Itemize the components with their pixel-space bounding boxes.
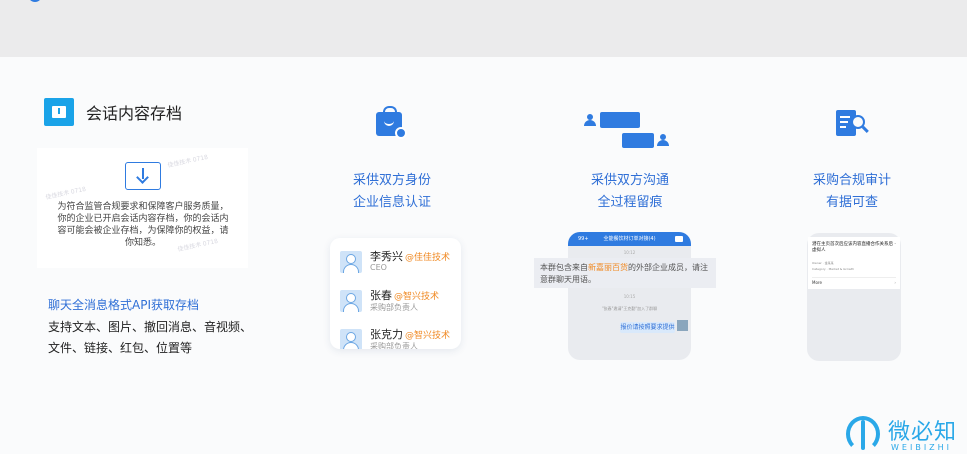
chat-time: 10:15 [623,294,636,299]
chat-title: 全能餐饮材订单对接(4) [603,236,656,242]
feature-title: 会话内容存档 [86,104,183,123]
company-highlight: 新嘉丽百货 [588,263,628,272]
external-group-banner: 本群包含来自新嘉丽百货的外部企业成员，请注意群聊天用语。 [534,258,716,288]
contact-item[interactable]: 张克力 @智兴技术 采购部负责人 [340,326,461,349]
more-link[interactable]: More [812,280,822,285]
avatar [340,329,362,349]
avatar [340,251,362,273]
audit-title: 潜在主页首次后应该内容直播合作关系后 · 虚拟人 [812,242,896,253]
avatar [677,320,688,331]
watermark: 佳佳技术 0718 [44,185,87,202]
api-title: 聊天全消息格式API获取存档 [48,298,199,312]
contact-role: 采购部负责人 [370,342,418,349]
archive-notice-card: 佳佳技术 0718 佳佳技术 0718 佳佳技术 0718 为符合监管合规要求和… [37,148,248,268]
contact-item[interactable]: 李秀兴 @佳佳技术 CEO [340,248,461,278]
audit-line: Category · Market & Growth [812,267,854,271]
chat-message: 报价请按照要求提供 [620,322,675,333]
download-box-icon [125,162,161,190]
feature-header: 会话内容存档 [44,98,182,126]
caption-communication: 采供双方沟通 全过程留痕 [590,173,669,210]
avatar [340,290,362,312]
top-band [0,0,967,57]
brand-subtitle: WEIBIZHI [891,443,953,452]
notice-text: 为符合监管合规要求和保障客户服务质量，你的企业已开启会话内容存档，你的会话内容可… [57,202,229,248]
api-description: 支持文本、图片、撤回消息、音视频、文件、链接、红包、位置等 [48,320,253,355]
divider [812,277,896,278]
watermark: 佳佳技术 0718 [166,153,209,170]
audit-line: Owner · 金某某 [812,261,834,265]
brand-name: 微必知 [888,420,958,445]
contact-role: CEO [370,263,387,272]
chat-phone-mockup: 99+ 全能餐饮材订单对接(4) 10:12 10:15 "张春"邀请"王克勤"… [568,232,691,360]
top-arc-icon [28,0,42,2]
chat-header: 99+ 全能餐饮材订单对接(4) [568,232,691,246]
archive-icon [44,98,74,126]
contact-role: 采购部负责人 [370,303,418,312]
contacts-card: 李秀兴 @佳佳技术 CEO 张春 @智兴技术 采购部负责人 张克力 @智兴技术 采购部… [330,238,461,349]
contact-name-line: 李秀兴 @佳佳技术 [370,250,451,263]
check-badge-icon [395,127,407,139]
contact-item[interactable]: 张春 @智兴技术 采购部负责人 [340,287,461,317]
contact-name-line: 张克力 @智兴技术 [370,328,451,341]
contact-name-line: 张春 @智兴技术 [370,289,440,302]
caption-audit: 采购合规审计 有据可查 [812,173,891,210]
system-message: "张春"邀请"王克勤"加入了群聊 [601,306,658,311]
caption-identity: 采供双方身份 企业信息认证 [352,173,431,210]
audit-screen: 潜在主页首次后应该内容直播合作关系后 · 虚拟人 Owner · 金某某 Cat… [808,237,900,289]
brand-logo-icon [846,412,880,454]
chevron-right-icon: › [894,280,896,285]
chat-time: 10:12 [623,250,636,255]
video-icon[interactable] [675,236,683,242]
back-count[interactable]: 99+ [578,232,589,246]
